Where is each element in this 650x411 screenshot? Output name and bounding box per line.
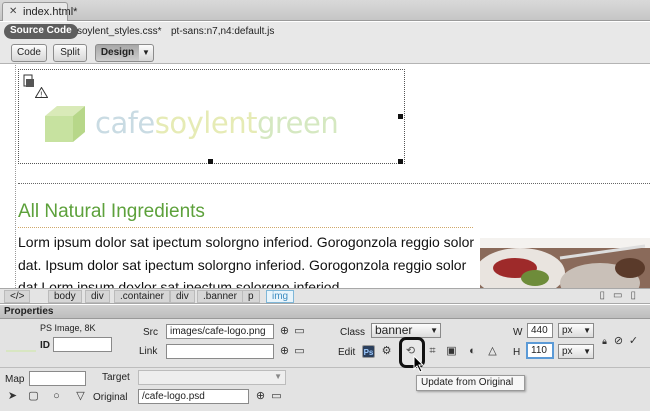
tooltip: Update from Original [416, 375, 525, 391]
polygon-hotspot-icon[interactable]: ▽ [74, 390, 87, 403]
design-view[interactable]: ! cafesoylentgreen All Natural Ingredien… [0, 65, 650, 288]
related-files-bar: Source Code soylent_styles.css* pt-sans:… [0, 22, 650, 42]
svg-text:!: ! [40, 92, 42, 99]
target-select[interactable]: ▼ [138, 370, 286, 385]
page-heading[interactable]: All Natural Ingredients [18, 201, 205, 223]
design-view-button[interactable]: Design [95, 44, 140, 62]
photoshop-edit-icon[interactable]: Ps [362, 345, 375, 358]
brightness-contrast-icon[interactable]: ◐ [466, 345, 479, 358]
close-icon[interactable]: ✕ [9, 6, 17, 17]
target-label: Target [102, 372, 130, 383]
crop-icon[interactable]: ⌗ [426, 345, 439, 358]
tag-div-2[interactable]: div [170, 290, 195, 303]
point-to-file-icon[interactable]: ⊕ [254, 390, 267, 403]
tag-body[interactable]: body [48, 290, 82, 303]
width-label: W [513, 327, 523, 338]
document-tab-bar: ✕ index.html* [0, 0, 650, 21]
id-field[interactable] [53, 337, 112, 352]
logo-cube-graphic [45, 106, 85, 142]
sharpen-icon[interactable]: △ [486, 345, 499, 358]
logo-word-soylent: soylent [154, 106, 258, 140]
width-unit-value: px [562, 325, 573, 336]
class-select[interactable]: banner ▼ [371, 323, 441, 338]
width-unit-select[interactable]: px ▼ [558, 323, 594, 338]
folder-icon[interactable]: ▭ [293, 345, 306, 358]
resample-icon[interactable]: ▣ [445, 345, 458, 358]
original-label: Original [93, 392, 128, 403]
settings-icon[interactable]: ⚙ [380, 345, 393, 358]
food-photo [480, 238, 650, 288]
lock-icon[interactable]: 🔒︎ [598, 335, 611, 348]
link-field[interactable] [166, 344, 274, 359]
map-field[interactable] [29, 371, 86, 386]
source-code-button[interactable]: Source Code [4, 24, 78, 39]
resize-handle-bottom[interactable] [208, 159, 213, 164]
tag-img[interactable]: img [266, 290, 295, 303]
pointer-hotspot-tool-icon[interactable]: ➤ [6, 390, 19, 403]
banner-image-selection[interactable]: ! cafesoylentgreen [18, 69, 405, 164]
height-label: H [513, 347, 521, 358]
heading-underline [18, 227, 473, 228]
original-field[interactable]: /cafe-logo.psd [138, 389, 249, 404]
point-to-file-icon[interactable]: ⊕ [278, 325, 291, 338]
commit-icon[interactable]: ✓ [627, 335, 640, 348]
page-edge [15, 65, 16, 288]
reset-size-icon[interactable]: ⊘ [612, 335, 625, 348]
class-label: Class [340, 327, 366, 338]
view-toolbar: Code Split Design ▼ [0, 42, 650, 64]
folder-icon[interactable]: ▭ [270, 390, 283, 403]
tag-p[interactable]: p [242, 290, 260, 303]
mouse-cursor [413, 355, 425, 373]
body-paragraph[interactable]: Lorm ipsum dolor sat ipectum solorgno in… [18, 231, 474, 288]
id-label: ID [40, 340, 50, 351]
map-label: Map [5, 374, 25, 385]
properties-panel-header[interactable]: Properties [0, 305, 650, 319]
height-field[interactable]: 110 [526, 342, 554, 359]
image-thumbnail-icon [6, 350, 36, 352]
code-navigator-tag[interactable]: </> [4, 290, 31, 303]
warning-icon: ! [35, 87, 48, 98]
document-tab-title: index.html* [23, 6, 78, 18]
properties-divider [0, 367, 650, 368]
resize-handle-corner[interactable] [398, 159, 403, 164]
logo-word-cafe: cafe [95, 106, 155, 140]
folder-icon[interactable]: ▭ [293, 325, 306, 338]
tag-banner[interactable]: .banner [197, 290, 243, 303]
section-divider [18, 183, 650, 184]
device-preview-icons[interactable]: ▯▭▯ [600, 290, 644, 301]
logo-word-green: green [256, 106, 339, 140]
related-file-css[interactable]: soylent_styles.css* [77, 26, 161, 37]
split-view-button[interactable]: Split [53, 44, 87, 62]
link-label: Link [139, 346, 158, 357]
class-select-value: banner [375, 323, 413, 337]
view-dropdown-button[interactable]: ▼ [139, 44, 154, 62]
tag-selector-bar: </> body div .container div .banner p im… [0, 288, 650, 304]
edit-label: Edit [338, 347, 356, 358]
src-field[interactable]: images/cafe-logo.png [166, 324, 274, 339]
height-unit-select[interactable]: px ▼ [558, 344, 594, 359]
logo-wordmark: cafesoylentgreen [95, 106, 339, 140]
document-tab[interactable]: ✕ index.html* [2, 2, 77, 21]
properties-panel: PS Image, 8K ID Src images/cafe-logo.png… [0, 319, 650, 411]
item-type-label: PS Image, 8K [40, 323, 96, 333]
circle-hotspot-icon[interactable]: ○ [50, 390, 63, 403]
photoshop-icon [23, 74, 34, 87]
rect-hotspot-icon[interactable]: ▢ [27, 390, 40, 403]
tag-div[interactable]: div [85, 290, 110, 303]
src-label: Src [143, 327, 158, 338]
related-file-js[interactable]: pt-sans:n7,n4:default.js [171, 26, 274, 37]
resize-handle-right[interactable] [398, 114, 403, 119]
point-to-file-icon[interactable]: ⊕ [278, 345, 291, 358]
height-unit-value: px [562, 346, 573, 357]
tag-container[interactable]: .container [114, 290, 170, 303]
code-view-button[interactable]: Code [11, 44, 47, 62]
width-field[interactable]: 440 [527, 323, 553, 338]
